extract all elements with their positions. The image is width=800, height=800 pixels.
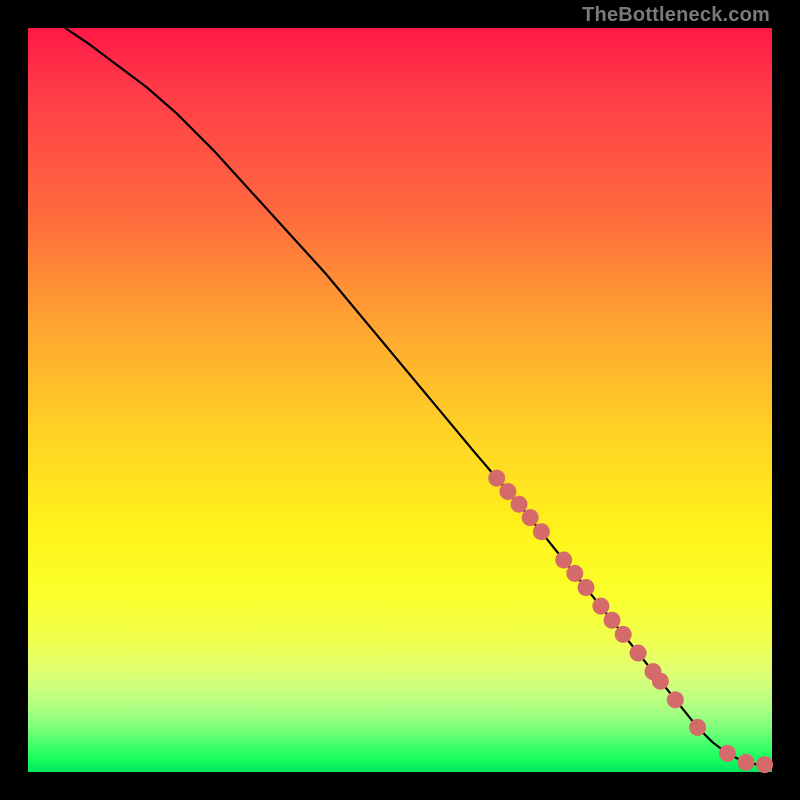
chart-frame: TheBottleneck.com	[0, 0, 800, 800]
curve-markers	[488, 470, 773, 773]
curve-marker	[511, 496, 528, 513]
curve-marker	[604, 612, 621, 629]
chart-svg	[28, 28, 772, 772]
curve-marker	[652, 673, 669, 690]
curve-marker	[488, 470, 505, 487]
curve-marker	[667, 691, 684, 708]
curve-marker	[578, 579, 595, 596]
bottleneck-curve	[65, 28, 772, 765]
curve-marker	[522, 509, 539, 526]
curve-marker	[533, 523, 550, 540]
curve-marker	[592, 598, 609, 615]
curve-marker	[756, 756, 773, 773]
curve-marker	[630, 645, 647, 662]
curve-marker	[615, 626, 632, 643]
curve-marker	[566, 565, 583, 582]
curve-marker	[719, 745, 736, 762]
curve-marker	[738, 754, 755, 771]
curve-marker	[689, 719, 706, 736]
watermark-label: TheBottleneck.com	[582, 4, 770, 27]
curve-marker	[555, 552, 572, 569]
